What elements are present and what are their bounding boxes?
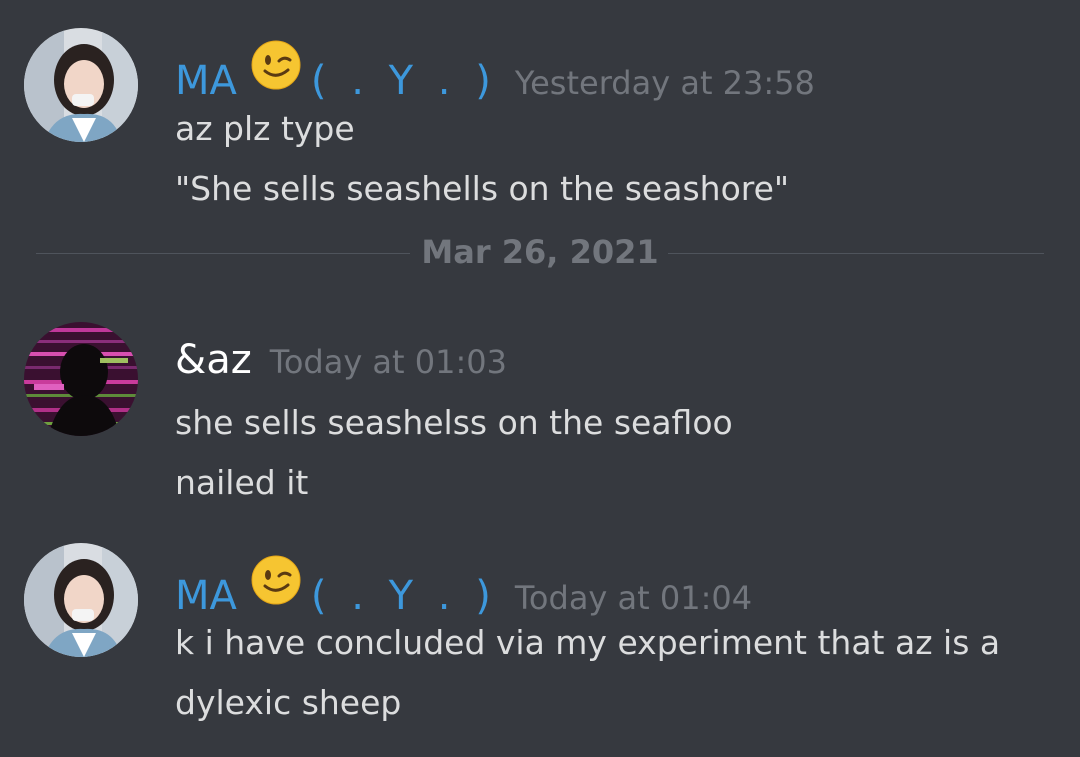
winking-face-icon [251, 555, 301, 605]
avatar[interactable] [24, 543, 138, 657]
timestamp[interactable]: Today at 01:04 [515, 582, 752, 614]
message-text: nailed it [175, 463, 309, 502]
message-text: she sells seashelss on the seafloo [175, 403, 733, 442]
username[interactable]: &az [175, 340, 252, 380]
timestamp[interactable]: Today at 01:03 [270, 346, 507, 378]
message-text: az plz type [175, 109, 355, 148]
date-divider: Mar 26, 2021 [36, 230, 1044, 278]
chat-log: MA ( . Y . ) Yesterday at 23:58 az plz t… [0, 0, 1080, 757]
username-suffix: ( . Y . ) [310, 58, 497, 104]
avatar-image [24, 543, 138, 657]
avatar[interactable] [24, 28, 138, 142]
message-header: &az Today at 01:03 [175, 340, 507, 380]
message-header: MA ( . Y . ) Yesterday at 23:58 [175, 40, 815, 104]
message-header: MA ( . Y . ) Today at 01:04 [175, 555, 752, 619]
avatar[interactable] [24, 322, 138, 436]
divider-line [668, 253, 1044, 254]
message-text: dylexic sheep [175, 683, 402, 722]
winking-face-icon [251, 40, 301, 90]
divider-date: Mar 26, 2021 [421, 233, 659, 271]
username[interactable]: MA [175, 61, 237, 101]
timestamp[interactable]: Yesterday at 23:58 [515, 67, 815, 99]
message-text: "She sells seashells on the seashore" [175, 169, 790, 208]
username[interactable]: MA [175, 576, 237, 616]
username-suffix: ( . Y . ) [310, 573, 497, 619]
avatar-image [24, 322, 138, 436]
message-text: k i have concluded via my experiment tha… [175, 623, 1001, 662]
avatar-image [24, 28, 138, 142]
